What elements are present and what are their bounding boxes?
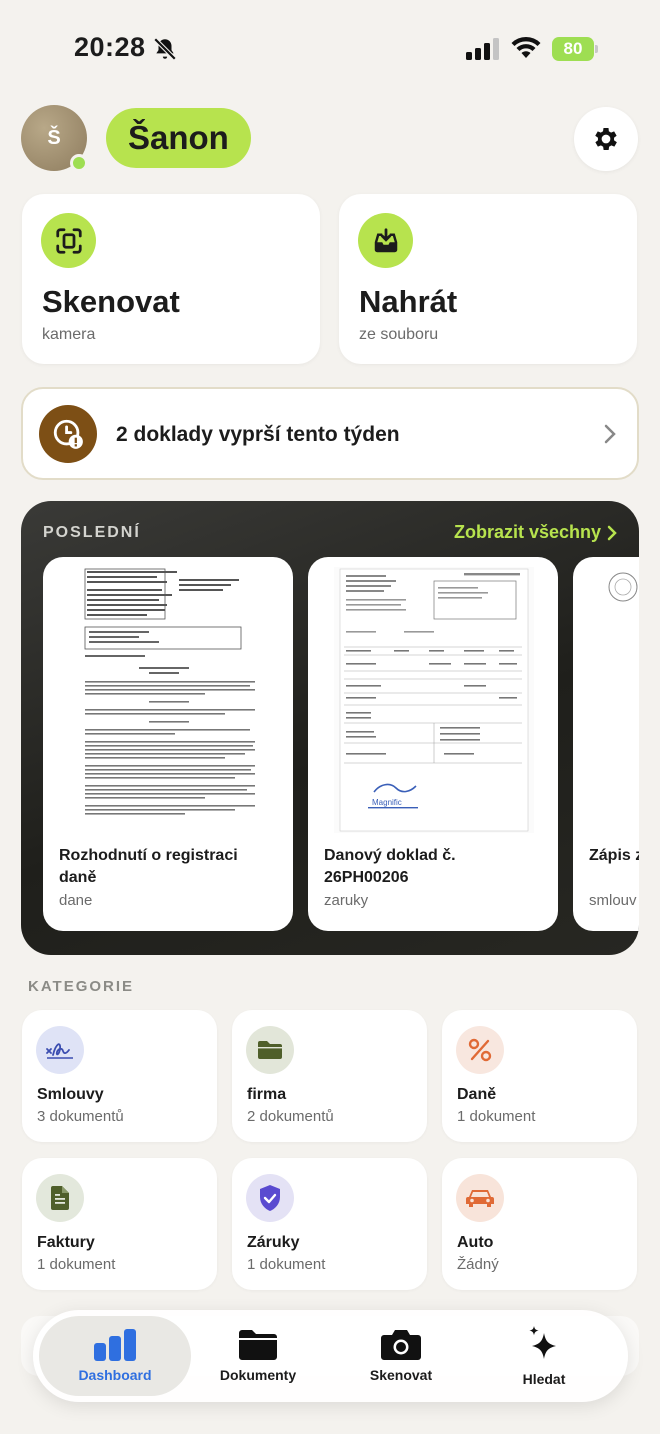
folder-icon bbox=[239, 1330, 277, 1360]
clock-warning-icon bbox=[39, 405, 97, 463]
invoice-icon bbox=[36, 1174, 84, 1222]
tab-skenovat[interactable]: Skenovat bbox=[325, 1316, 477, 1396]
tab-dokumenty[interactable]: Dokumenty bbox=[182, 1316, 334, 1396]
gear-icon bbox=[595, 128, 617, 150]
car-icon bbox=[456, 1174, 504, 1222]
tab-label: Hledat bbox=[522, 1371, 566, 1387]
bar-chart-icon bbox=[94, 1329, 136, 1361]
chevron-right-icon bbox=[604, 424, 616, 444]
recent-document-title: Danový doklad č. 26PH00206 bbox=[324, 847, 456, 886]
document-thumbnail bbox=[587, 567, 639, 833]
category-card-dane[interactable]: Daně 1 dokument bbox=[442, 1010, 637, 1142]
category-card-smlouvy[interactable]: Smlouvy 3 dokumentů bbox=[22, 1010, 217, 1142]
recent-document-category: zaruky bbox=[324, 892, 369, 909]
folder-icon bbox=[246, 1026, 294, 1074]
inbox-download-icon bbox=[358, 213, 413, 268]
svg-text:Magnific: Magnific bbox=[372, 798, 402, 807]
recent-header: POSLEDNÍ bbox=[43, 524, 141, 541]
bell-muted-icon bbox=[153, 37, 177, 61]
chevron-right-icon bbox=[607, 525, 617, 540]
scan-action-subtitle: kamera bbox=[42, 326, 96, 343]
category-count: 2 dokumentů bbox=[247, 1108, 334, 1125]
app-title: Šanon bbox=[106, 108, 251, 168]
sparkles-icon bbox=[529, 1326, 556, 1359]
tab-hledat[interactable]: Hledat bbox=[468, 1316, 620, 1396]
category-name: Záruky bbox=[247, 1234, 300, 1251]
category-name: Daně bbox=[457, 1086, 497, 1103]
percent-icon bbox=[456, 1026, 504, 1074]
recent-document-category: dane bbox=[59, 892, 93, 909]
scan-action-card[interactable]: Skenovat kamera bbox=[22, 194, 320, 364]
document-thumbnail bbox=[69, 567, 269, 833]
upload-action-title: Nahrát bbox=[359, 284, 458, 319]
upload-action-subtitle: ze souboru bbox=[359, 326, 439, 343]
category-name: Faktury bbox=[37, 1234, 95, 1251]
category-name: firma bbox=[247, 1086, 287, 1103]
battery-indicator: 80 bbox=[552, 37, 598, 61]
category-card-firma[interactable]: firma 2 dokumentů bbox=[232, 1010, 427, 1142]
recent-documents-panel: POSLEDNÍ Zobrazit všechny Rozhodnutí o r… bbox=[21, 501, 639, 955]
tab-label: Dokumenty bbox=[219, 1367, 297, 1383]
document-thumbnail: Magnific bbox=[334, 567, 534, 833]
category-card-zaruky[interactable]: Záruky 1 dokument bbox=[232, 1158, 427, 1290]
wifi-icon bbox=[511, 36, 541, 58]
tab-label: Skenovat bbox=[369, 1367, 433, 1383]
recent-document-card[interactable]: Rozhodnutí o registraci daně dane bbox=[43, 557, 293, 931]
shield-check-icon bbox=[246, 1174, 294, 1222]
online-status-dot bbox=[70, 154, 88, 172]
category-name: Auto bbox=[457, 1234, 494, 1251]
recent-document-category: smlouv bbox=[589, 892, 637, 909]
recent-document-title: Rozhodnutí o registraci daně bbox=[59, 847, 238, 886]
category-count: 1 dokument bbox=[457, 1108, 536, 1125]
bottom-navigation: Dashboard Dokumenty Skenovat Hledat bbox=[33, 1310, 628, 1402]
show-all-link[interactable]: Zobrazit všechny bbox=[454, 522, 617, 543]
upload-action-card[interactable]: Nahrát ze souboru bbox=[339, 194, 637, 364]
category-count: 3 dokumentů bbox=[37, 1108, 124, 1125]
recent-document-card[interactable]: Zápis z zastup smlouv bbox=[573, 557, 639, 931]
scan-action-title: Skenovat bbox=[42, 284, 180, 319]
camera-icon bbox=[381, 1330, 421, 1360]
settings-button[interactable] bbox=[574, 107, 638, 171]
show-all-label: Zobrazit všechny bbox=[453, 522, 601, 542]
signature-icon bbox=[36, 1026, 84, 1074]
expiry-alert-text: 2 doklady vyprší tento týden bbox=[116, 423, 400, 446]
category-card-auto[interactable]: Auto Žádný bbox=[442, 1158, 637, 1290]
category-name: Smlouvy bbox=[37, 1086, 104, 1103]
tab-dashboard[interactable]: Dashboard bbox=[39, 1316, 191, 1396]
status-time: 20:28 bbox=[74, 32, 146, 62]
battery-level: 80 bbox=[552, 37, 594, 61]
category-count: 1 dokument bbox=[37, 1256, 116, 1273]
signal-icon bbox=[466, 38, 499, 60]
status-bar: 20:28 80 bbox=[0, 0, 660, 100]
recent-document-title: Zápis z zastup bbox=[589, 847, 639, 864]
categories-header: KATEGORIE bbox=[28, 978, 135, 995]
category-card-faktury[interactable]: Faktury 1 dokument bbox=[22, 1158, 217, 1290]
category-count: Žádný bbox=[457, 1256, 499, 1273]
battery-tip bbox=[595, 45, 598, 53]
avatar-initial: Š bbox=[47, 126, 61, 149]
expiry-alert-banner[interactable]: 2 doklady vyprší tento týden bbox=[21, 387, 639, 480]
recent-document-card[interactable]: Magnific Danový doklad č. 26PH00206 zaru… bbox=[308, 557, 558, 931]
scan-document-icon bbox=[41, 213, 96, 268]
category-count: 1 dokument bbox=[247, 1256, 326, 1273]
tab-label: Dashboard bbox=[78, 1367, 152, 1383]
